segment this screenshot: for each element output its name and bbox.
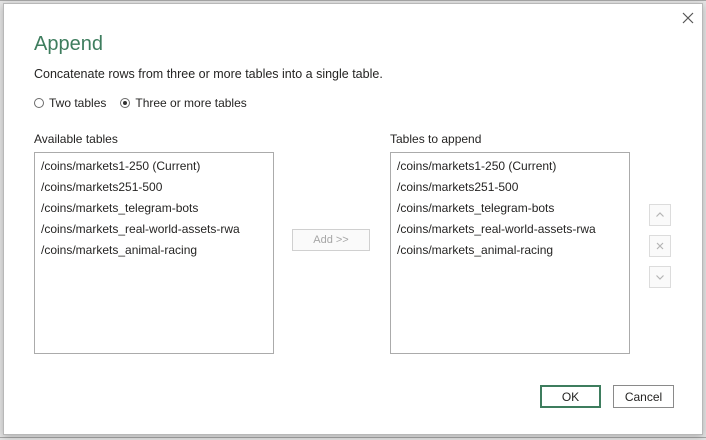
radio-two-tables[interactable]: Two tables [34,96,106,110]
chevron-up-icon [656,212,664,217]
mode-radio-group: Two tables Three or more tables [34,96,247,110]
list-item[interactable]: /coins/markets_telegram-bots [35,198,273,219]
background-gridline [0,437,706,438]
dialog-description: Concatenate rows from three or more tabl… [34,67,383,81]
close-button[interactable] [677,7,699,29]
radio-circle-checked-icon [120,98,131,108]
list-item[interactable]: /coins/markets1-250 (Current) [391,156,629,177]
close-icon [682,12,694,24]
add-button[interactable]: Add >> [292,229,370,251]
move-up-button[interactable] [649,204,671,226]
append-dialog: Append Concatenate rows from three or mo… [3,3,703,435]
available-tables-list[interactable]: /coins/markets1-250 (Current) /coins/mar… [34,152,274,354]
tables-to-append-list[interactable]: /coins/markets1-250 (Current) /coins/mar… [390,152,630,354]
list-item[interactable]: /coins/markets251-500 [35,177,273,198]
list-item[interactable]: /coins/markets1-250 (Current) [35,156,273,177]
dialog-title: Append [34,33,103,55]
list-item[interactable]: /coins/markets251-500 [391,177,629,198]
move-down-button[interactable] [649,266,671,288]
radio-label: Two tables [49,96,107,110]
tables-to-append-label: Tables to append [390,132,482,146]
ok-button[interactable]: OK [540,385,601,408]
list-item[interactable]: /coins/markets_animal-racing [391,240,629,261]
remove-icon [656,242,664,250]
available-tables-label: Available tables [34,132,118,146]
radio-three-or-more-tables[interactable]: Three or more tables [120,96,247,110]
background-gridline [0,0,706,1]
radio-circle-icon [34,98,44,108]
list-item[interactable]: /coins/markets_real-world-assets-rwa [391,219,629,240]
remove-button[interactable] [649,235,671,257]
list-item[interactable]: /coins/markets_animal-racing [35,240,273,261]
list-item[interactable]: /coins/markets_telegram-bots [391,198,629,219]
radio-label: Three or more tables [135,96,247,110]
list-item[interactable]: /coins/markets_real-world-assets-rwa [35,219,273,240]
chevron-down-icon [656,275,664,280]
cancel-button[interactable]: Cancel [613,385,674,408]
